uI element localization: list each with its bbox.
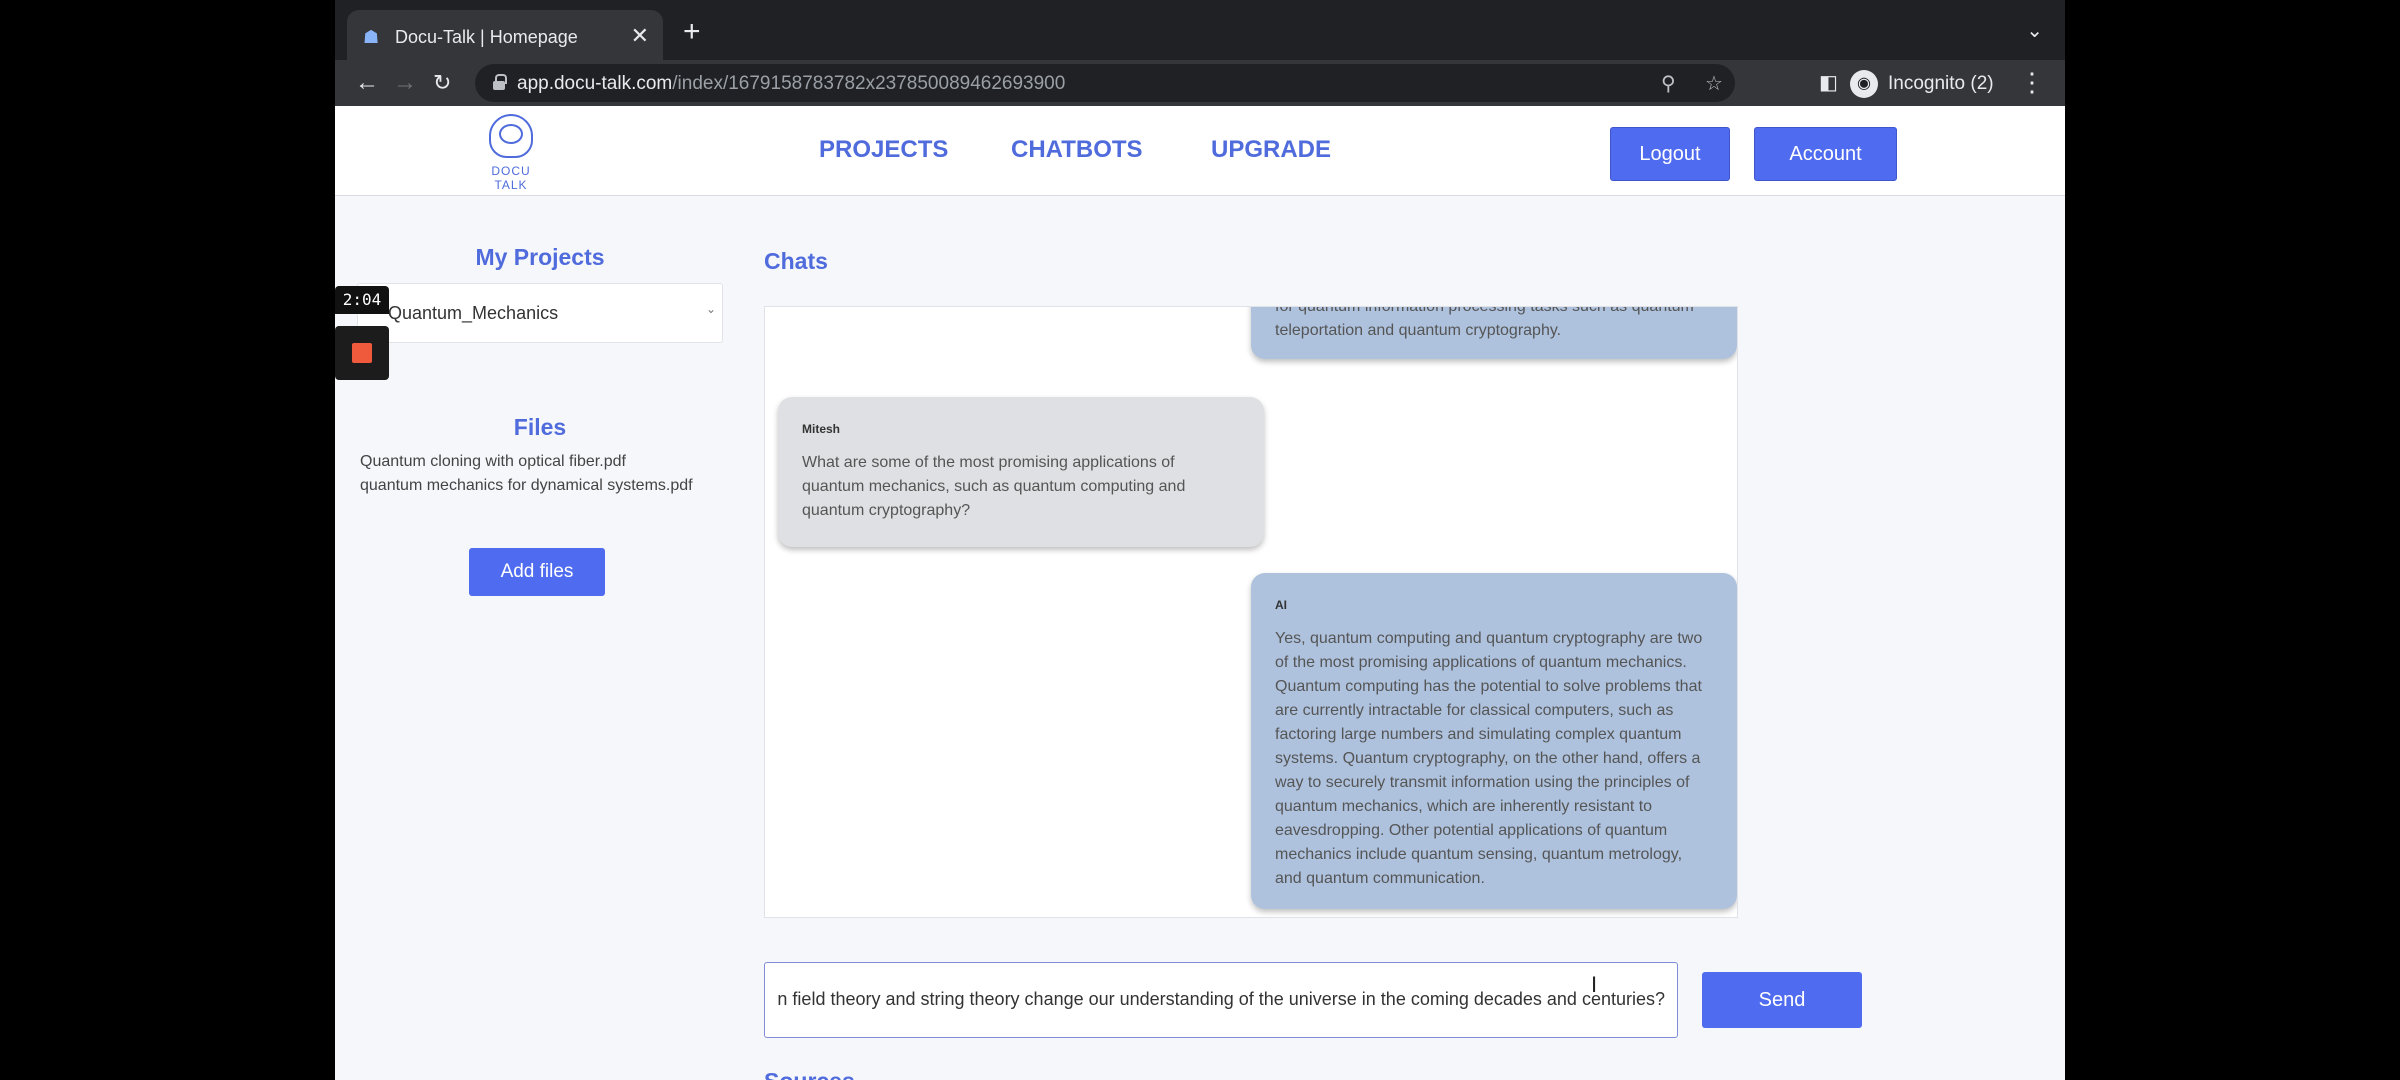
tab-title: Docu-Talk | Homepage (395, 27, 578, 47)
sources-title: Sources (764, 1068, 855, 1080)
brain-head-icon (489, 114, 533, 158)
browser-window: ☗ Docu-Talk | Homepage ✕ + ⌄ ← → ↻ app.d… (335, 0, 2065, 1080)
back-arrow-icon[interactable]: ← (355, 68, 379, 98)
nav-chatbots[interactable]: CHATBOTS (1011, 136, 1143, 164)
file-item[interactable]: Quantum cloning with optical fiber.pdf (360, 453, 626, 471)
project-select[interactable]: Quantum_Mechanics ⌄ (357, 283, 723, 343)
add-files-button[interactable]: Add files (469, 548, 605, 596)
account-button[interactable]: Account (1754, 127, 1897, 181)
chat-panel[interactable]: for quantum information processing tasks… (764, 306, 1738, 918)
send-button[interactable]: Send (1702, 972, 1862, 1028)
file-item[interactable]: quantum mechanics for dynamical systems.… (360, 477, 693, 495)
web-page: DOCU TALK PROJECTS CHATBOTS UPGRADE Logo… (335, 106, 2065, 1080)
chevron-down-icon: ⌄ (705, 302, 716, 316)
ai-message: for quantum information processing tasks… (1251, 307, 1737, 359)
message-input[interactable]: n field theory and string theory change … (764, 962, 1678, 1038)
recording-timer: 2:04 (335, 286, 389, 314)
chats-title: Chats (764, 248, 828, 274)
site-header: DOCU TALK PROJECTS CHATBOTS UPGRADE Logo… (335, 106, 2065, 196)
reload-icon[interactable]: ↻ (433, 68, 451, 98)
close-icon[interactable]: ✕ (631, 23, 649, 49)
incognito-profile[interactable]: ◉ Incognito (2) (1850, 70, 1994, 98)
browser-toolbar: ← → ↻ app.docu-talk.com/index/1679158783… (335, 60, 2065, 106)
address-bar[interactable]: app.docu-talk.com/index/1679158783782x23… (475, 64, 1735, 102)
stop-recording-icon[interactable] (335, 326, 389, 380)
forward-arrow-icon[interactable]: → (393, 68, 417, 98)
browser-tab[interactable]: ☗ Docu-Talk | Homepage ✕ (347, 10, 663, 64)
url-text[interactable]: app.docu-talk.com/index/1679158783782x23… (517, 73, 1065, 95)
docu-talk-favicon-icon: ☗ (363, 27, 380, 47)
new-tab-icon[interactable]: + (683, 16, 701, 48)
tab-strip: ☗ Docu-Talk | Homepage ✕ + ⌄ (335, 0, 2065, 64)
more-menu-icon[interactable]: ⋮ (2019, 66, 2045, 98)
user-message: Mitesh What are some of the most promisi… (778, 397, 1264, 547)
logout-button[interactable]: Logout (1610, 127, 1730, 181)
ai-message: AI Yes, quantum computing and quantum cr… (1251, 573, 1737, 909)
my-projects-title: My Projects (475, 244, 605, 270)
chevron-down-icon[interactable]: ⌄ (2026, 18, 2043, 43)
lock-icon[interactable] (493, 74, 507, 90)
nav-upgrade[interactable]: UPGRADE (1211, 136, 1331, 164)
text-cursor-icon: I (1591, 972, 1598, 997)
bookmark-star-icon[interactable]: ☆ (1705, 71, 1723, 96)
incognito-icon: ◉ (1850, 70, 1878, 98)
nav-projects[interactable]: PROJECTS (819, 136, 948, 164)
zoom-icon[interactable]: ⚲ (1661, 71, 1676, 96)
docu-talk-logo[interactable]: DOCU TALK (475, 114, 547, 192)
files-title: Files (513, 414, 567, 440)
side-panel-icon[interactable]: ◧ (1819, 68, 1838, 98)
